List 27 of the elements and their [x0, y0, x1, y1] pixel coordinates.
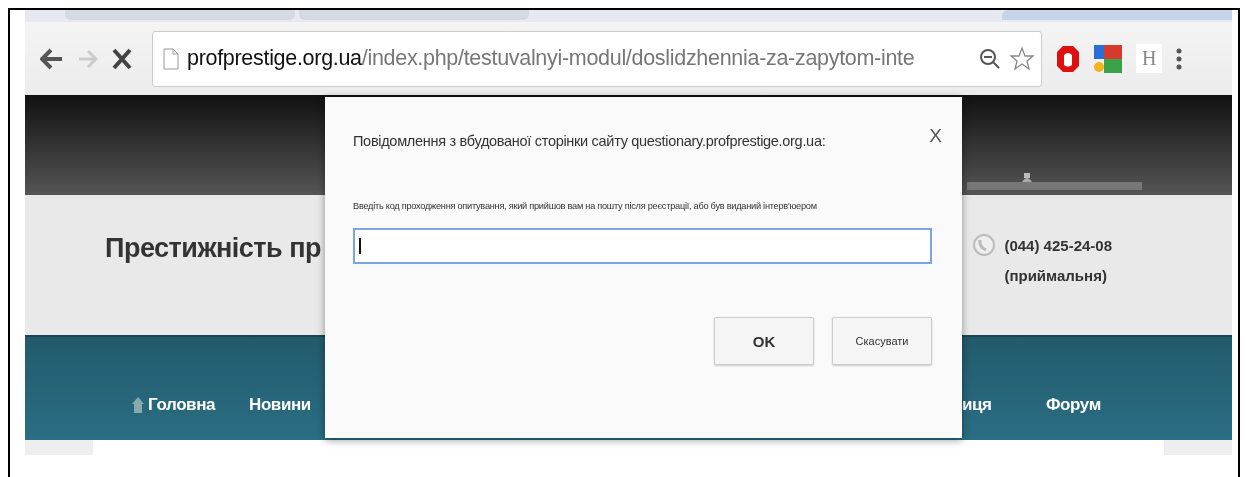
dialog-title: Повідомлення з вбудованої сторінки сайту questionary.profprestige.org.ua:	[353, 133, 826, 149]
page-block	[1164, 440, 1232, 455]
extension-icon[interactable]: H	[1136, 44, 1163, 73]
phone-icon	[972, 233, 997, 257]
phone-caption: (приймальня)	[1004, 267, 1108, 284]
colored-blocks-icon[interactable]	[1094, 44, 1122, 73]
phone-number: (044) 425-24-08	[1004, 236, 1112, 254]
page-icon	[163, 47, 179, 70]
back-icon[interactable]	[40, 47, 64, 70]
nav-link[interactable]: иця	[962, 395, 992, 415]
nav-link[interactable]: Головна	[148, 395, 216, 415]
menu-icon[interactable]	[1176, 47, 1183, 70]
close-button[interactable]: X	[929, 125, 942, 147]
prompt-text: Введіть код проходження опитування, який прийшов вам на пошту після реєстрації, або був виданий інтерв'юером	[353, 201, 818, 211]
star-icon[interactable]	[1009, 45, 1035, 72]
home-icon	[132, 397, 144, 413]
nav-link[interactable]: Форум	[1046, 395, 1101, 415]
text-cursor	[359, 238, 361, 254]
nav-link[interactable]: Новини	[249, 395, 311, 415]
address-bar[interactable]: profprestige.org.ua/index.php/testuvalnyi-modul/doslidzhennia-za-zapytom-inte	[152, 30, 1042, 87]
input-field[interactable]	[353, 228, 932, 264]
zoom-out-icon[interactable]	[979, 47, 1001, 70]
cancel-button[interactable]: Скасувати	[832, 317, 932, 365]
ok-button[interactable]: OK	[714, 317, 814, 365]
close-icon[interactable]	[112, 47, 132, 70]
site-title: Престижність пр	[105, 233, 321, 265]
page-block	[25, 440, 93, 455]
